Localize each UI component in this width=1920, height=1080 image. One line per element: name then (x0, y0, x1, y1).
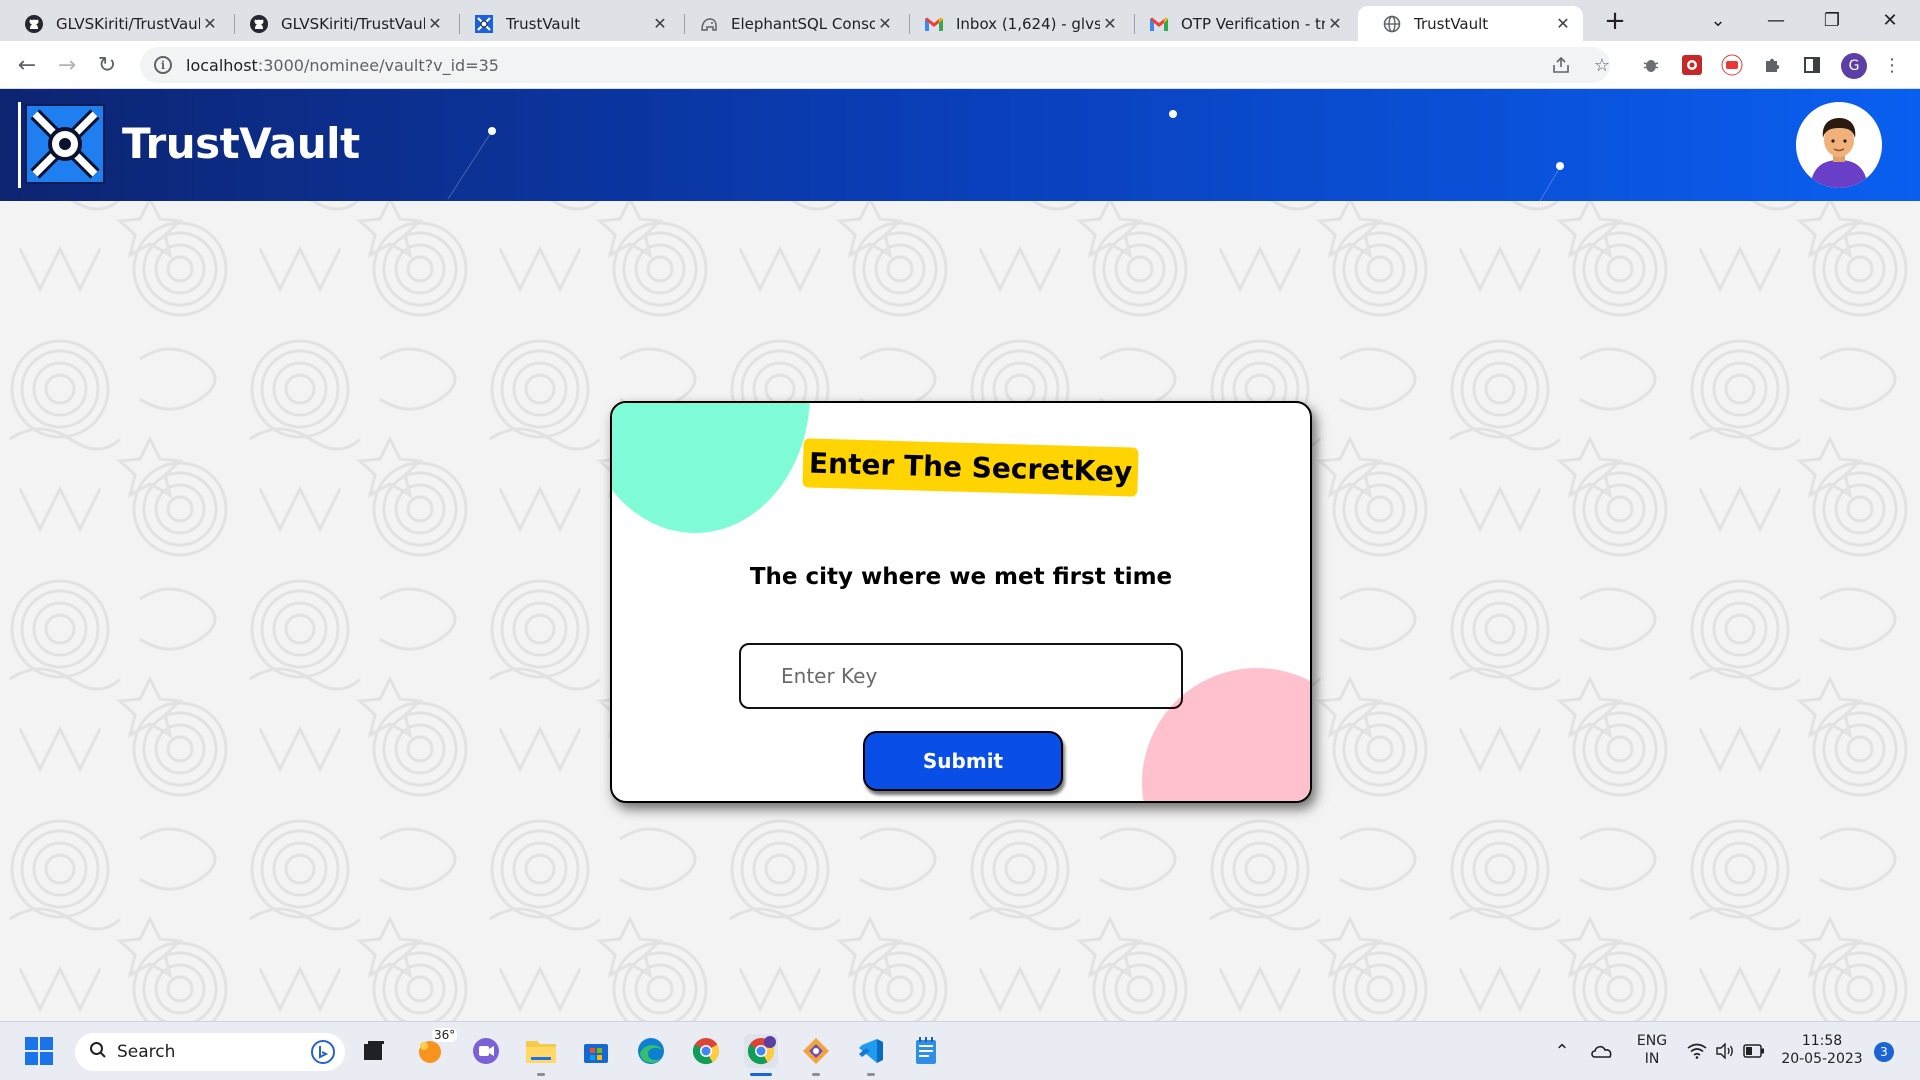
tray-chevron-up-icon[interactable]: ⌃ (1545, 1034, 1579, 1068)
extension-chat-icon[interactable] (1719, 52, 1745, 78)
git-client-icon[interactable] (799, 1034, 833, 1076)
gmail-icon (924, 14, 944, 34)
trustvault-logo-icon[interactable] (18, 102, 105, 188)
site-navbar: TrustVault (0, 89, 1920, 201)
trustvault-icon (474, 14, 494, 34)
browser-toolbar: ← → ↻ i localhost:3000/nominee/vault?v_i… (0, 41, 1920, 89)
notification-badge[interactable]: 3 (1874, 1042, 1894, 1062)
bookmark-star-icon[interactable]: ☆ (1589, 52, 1615, 78)
brand-title[interactable]: TrustVault (122, 119, 360, 168)
tab-search-chevron-icon[interactable]: ⌄ (1690, 0, 1746, 41)
decor-star (488, 127, 496, 135)
restore-icon[interactable]: ❐ (1804, 0, 1860, 41)
decor-star (1169, 110, 1177, 118)
close-icon[interactable]: ✕ (1325, 14, 1345, 33)
close-icon[interactable]: ✕ (425, 14, 445, 33)
profile-avatar-icon[interactable]: G (1841, 53, 1867, 79)
url-text: localhost:3000/nominee/vault?v_id=35 (186, 56, 499, 75)
onedrive-cloud-icon[interactable] (1585, 1034, 1619, 1068)
url-host: localhost (186, 55, 258, 75)
vscode-icon[interactable] (854, 1034, 888, 1076)
windows-taskbar: Search 36° ⌃ ENG IN 11:58 20-05-2023 3 (0, 1021, 1920, 1080)
tab-title: GLVSKiriti/TrustVaultF (281, 14, 425, 33)
notepad-icon[interactable] (909, 1034, 943, 1068)
tab-trustvault-active[interactable]: TrustVault ✕ (1358, 6, 1583, 41)
url-path: :3000/nominee/vault?v_id=35 (257, 55, 499, 75)
language-line2: IN (1644, 1051, 1660, 1067)
card-title: Enter The SecretKey (802, 438, 1139, 497)
clock[interactable]: 11:58 20-05-2023 (1774, 1032, 1870, 1068)
close-icon[interactable]: ✕ (1553, 14, 1573, 33)
tab-github-trustvault[interactable]: GLVSKiriti/TrustVault ✕ (0, 6, 230, 41)
battery-icon[interactable] (1737, 1034, 1771, 1068)
tab-gmail-inbox[interactable]: Inbox (1,624) - glvskir ✕ (900, 6, 1130, 41)
extension-red-icon[interactable] (1679, 52, 1705, 78)
gmail-icon (1149, 14, 1169, 34)
tab-title: TrustVault (1414, 14, 1489, 33)
clock-date: 20-05-2023 (1781, 1051, 1863, 1067)
tab-gmail-otp[interactable]: OTP Verification - trus ✕ (1125, 6, 1355, 41)
secret-key-input[interactable] (739, 643, 1183, 709)
new-tab-button[interactable]: + (1599, 6, 1631, 38)
secret-question: The city where we met first time (749, 564, 1173, 590)
side-panel-icon[interactable] (1799, 52, 1825, 78)
back-arrow-icon[interactable]: ← (11, 49, 43, 81)
edge-browser-icon[interactable] (634, 1034, 668, 1068)
close-icon[interactable]: ✕ (875, 14, 895, 33)
extension-bug-icon[interactable] (1638, 52, 1664, 78)
microsoft-store-icon[interactable] (579, 1034, 613, 1068)
language-indicator[interactable]: ENG IN (1632, 1032, 1672, 1068)
windows-start-icon[interactable] (22, 1034, 56, 1068)
decor-star (1556, 162, 1564, 170)
taskbar-search[interactable]: Search (75, 1033, 345, 1071)
running-indicator (537, 1073, 545, 1076)
close-icon[interactable]: ✕ (200, 14, 220, 33)
close-icon[interactable]: ✕ (650, 14, 670, 33)
running-indicator (812, 1073, 820, 1076)
tab-title: OTP Verification - trus (1181, 14, 1325, 33)
tab-title: TrustVault (506, 14, 581, 33)
file-explorer-icon[interactable] (524, 1034, 558, 1076)
language-line1: ENG (1636, 1033, 1668, 1049)
elephantsql-icon (699, 14, 719, 34)
submit-button[interactable]: Submit (863, 731, 1063, 791)
running-indicator (867, 1073, 875, 1076)
tab-github-trustvaultf[interactable]: GLVSKiriti/TrustVaultF ✕ (225, 6, 455, 41)
clock-time: 11:58 (1801, 1033, 1843, 1049)
page-viewport: TrustVault Enter The SecretKey The city … (0, 89, 1920, 1021)
browser-tabstrip: GLVSKiriti/TrustVault ✕ GLVSKiriti/Trust… (0, 0, 1920, 41)
tab-title: Inbox (1,624) - glvskir (956, 14, 1100, 33)
extensions-puzzle-icon[interactable] (1759, 52, 1785, 78)
close-icon[interactable]: ✕ (1100, 14, 1120, 33)
task-view-icon[interactable] (357, 1034, 391, 1068)
weather-widget-icon[interactable]: 36° (414, 1028, 458, 1068)
tab-trustvault[interactable]: TrustVault ✕ (450, 6, 680, 41)
weather-temp: 36° (432, 1028, 458, 1042)
chrome-icon[interactable] (689, 1034, 723, 1068)
secret-key-card: Enter The SecretKey The city where we me… (610, 401, 1312, 803)
teams-chat-icon[interactable] (469, 1034, 503, 1068)
search-label: Search (117, 1042, 176, 1062)
person-avatar-icon (1796, 102, 1882, 188)
window-close-icon[interactable]: ✕ (1862, 0, 1918, 41)
bing-icon[interactable] (311, 1040, 335, 1069)
user-avatar[interactable] (1796, 102, 1882, 188)
address-bar[interactable]: i localhost:3000/nominee/vault?v_id=35 (140, 47, 1610, 83)
chrome-profile-icon[interactable] (744, 1034, 778, 1076)
share-icon[interactable] (1548, 52, 1574, 78)
more-menu-icon[interactable]: ⋮ (1879, 52, 1905, 78)
tab-elephantsql[interactable]: ElephantSQL Console ✕ (675, 6, 905, 41)
tab-title: ElephantSQL Console (731, 14, 875, 33)
active-indicator (750, 1073, 772, 1076)
search-icon (89, 1040, 107, 1064)
tab-title: GLVSKiriti/TrustVault (56, 14, 200, 33)
forward-arrow-icon[interactable]: → (51, 49, 83, 81)
reload-icon[interactable]: ↻ (91, 49, 123, 81)
github-icon (249, 14, 269, 34)
github-icon (24, 14, 44, 34)
site-info-icon[interactable]: i (154, 56, 172, 74)
minimize-icon[interactable]: — (1748, 0, 1804, 41)
decor-blob-teal (612, 403, 810, 533)
globe-icon (1382, 14, 1402, 34)
